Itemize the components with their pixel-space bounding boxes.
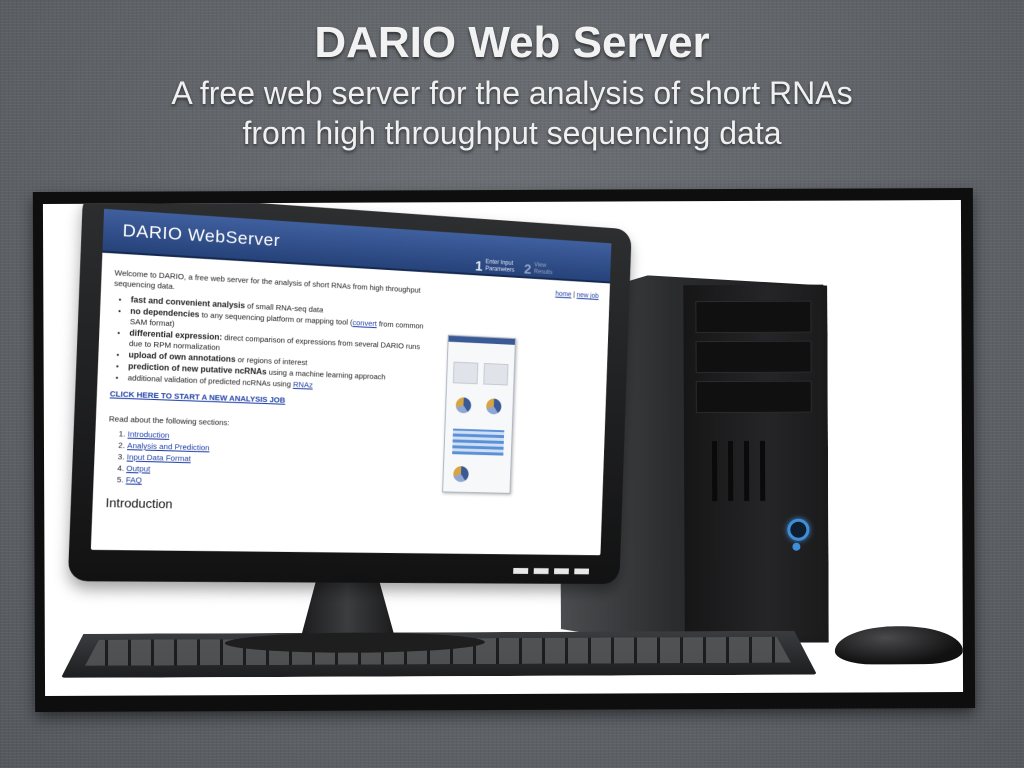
photo-frame: DARIO WebServer 1 Enter Input Parameters … (33, 188, 975, 712)
thumbnail-header (449, 336, 515, 345)
step-label: View Results (534, 262, 562, 277)
introduction-heading: Introduction (105, 498, 591, 517)
computer-mouse (835, 626, 963, 665)
app-content: home | new job Welcome to DARIO, a free … (92, 253, 610, 525)
link-separator: | (573, 292, 575, 299)
tower-vent (744, 441, 749, 501)
step-view-results[interactable]: 2 View Results (524, 261, 562, 279)
step-label: Enter Input Parameters (485, 259, 514, 274)
section-link-introduction[interactable]: Introduction (127, 429, 169, 440)
drive-bay (696, 381, 812, 414)
tower-front-panel (683, 285, 825, 638)
results-preview-thumbnail (442, 335, 516, 494)
tower-vent (760, 441, 765, 501)
slide-subtitle-line-2: from high throughput sequencing data (0, 115, 1024, 152)
section-link-faq[interactable]: FAQ (126, 475, 142, 485)
monitor: DARIO WebServer 1 Enter Input Parameters … (68, 200, 632, 584)
thumbnail-histogram (453, 362, 479, 385)
slide-subtitle-line-1: A free web server for the analysis of sh… (0, 75, 1024, 112)
feature-list: fast and convenient analysis of small RN… (110, 294, 435, 395)
step-number: 2 (524, 261, 532, 277)
tower-vent (712, 441, 717, 501)
top-links: home | new job (555, 290, 599, 302)
drive-bay (695, 301, 811, 334)
computer-photo: DARIO WebServer 1 Enter Input Parameters … (43, 200, 963, 696)
monitor-led-icons (513, 568, 589, 574)
convert-link[interactable]: convert (352, 318, 377, 328)
tower-vent (728, 441, 733, 501)
thumbnail-plot (483, 363, 508, 386)
app-title: DARIO WebServer (122, 221, 280, 252)
section-link-input-format[interactable]: Input Data Format (127, 452, 191, 463)
thumbnail-pie-chart (453, 466, 469, 482)
section-link-analysis[interactable]: Analysis and Prediction (127, 441, 210, 453)
section-link-output[interactable]: Output (126, 464, 150, 474)
rnaz-link[interactable]: RNAz (293, 380, 313, 390)
start-analysis-link[interactable]: CLICK HERE TO START A NEW ANALYSIS JOB (110, 389, 595, 417)
reset-button-icon (792, 543, 800, 551)
power-button-icon (787, 519, 809, 541)
slide-title: DARIO Web Server (0, 18, 1024, 68)
sections-list: Introduction Analysis and Prediction Inp… (106, 429, 593, 496)
drive-bay (696, 341, 812, 374)
monitor-screen: DARIO WebServer 1 Enter Input Parameters … (91, 209, 612, 555)
step-enter-input[interactable]: 1 Enter Input Parameters (475, 258, 514, 276)
thumbnail-pie-chart (486, 398, 502, 414)
thumbnail-table (452, 429, 504, 456)
thumbnail-pie-chart (456, 397, 472, 413)
new-job-link[interactable]: new job (577, 292, 599, 300)
home-link[interactable]: home (555, 291, 571, 299)
step-number: 1 (475, 258, 483, 274)
